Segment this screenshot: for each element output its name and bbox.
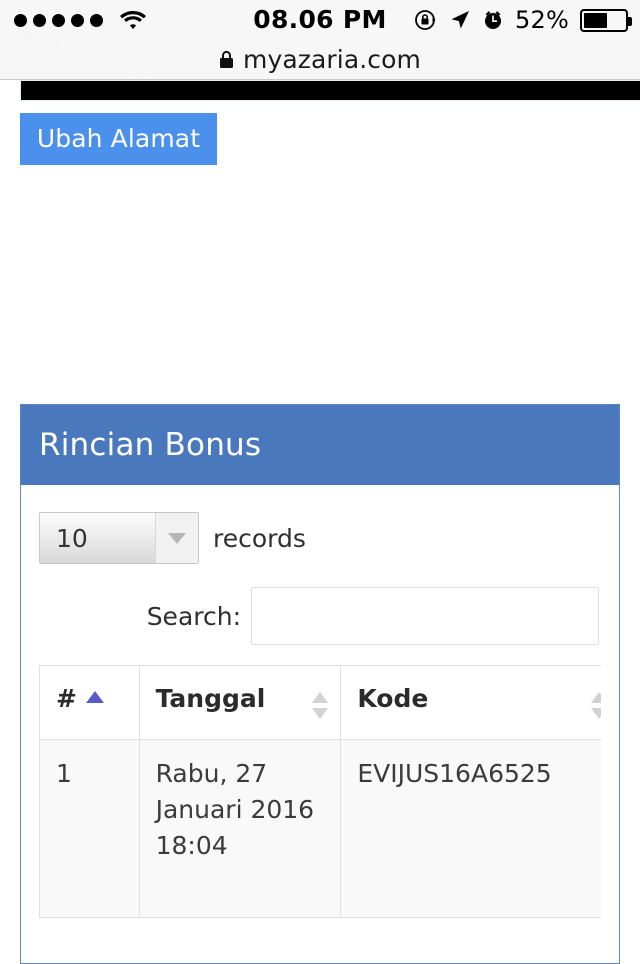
- cell-number: 1: [39, 739, 140, 918]
- location-arrow-icon: [451, 11, 470, 29]
- column-header-kode[interactable]: Kode: [340, 665, 601, 740]
- records-per-page-select[interactable]: 10: [39, 512, 199, 564]
- table-body: 1 Rabu, 27 Januari 2016 18:04 EVIJUS16A6…: [39, 739, 601, 918]
- status-bar-right: 52%: [414, 0, 632, 40]
- sort-both-icon: [312, 692, 329, 722]
- records-label: records: [213, 523, 306, 553]
- battery-percent-label: 52%: [515, 6, 569, 34]
- cell-kode: EVIJUS16A6525: [340, 739, 601, 918]
- search-label: Search:: [146, 601, 241, 631]
- rotation-lock-icon: [415, 10, 436, 30]
- battery-icon: [580, 8, 632, 32]
- table-header-row: # Tanggal Kode Jenis B: [39, 665, 601, 740]
- sort-ascending-icon: [85, 691, 104, 703]
- column-label-number: #: [56, 684, 77, 713]
- column-label-tanggal: Tanggal: [155, 684, 266, 713]
- column-label-kode: Kode: [357, 684, 429, 713]
- status-bar: 08.06 PM 52%: [0, 0, 640, 40]
- url-text: myazaria.com: [243, 45, 421, 74]
- lock-icon: [220, 50, 233, 68]
- column-header-tanggal[interactable]: Tanggal: [138, 665, 342, 740]
- alarm-clock-icon: [485, 11, 502, 29]
- change-address-button[interactable]: Ubah Alamat: [20, 113, 217, 165]
- records-select-wrap[interactable]: 10: [39, 512, 199, 564]
- table-row[interactable]: 1 Rabu, 27 Januari 2016 18:04 EVIJUS16A6…: [39, 739, 601, 918]
- browser-chrome: 08.06 PM 52% myazaria.com: [0, 0, 640, 80]
- column-header-number[interactable]: #: [39, 665, 140, 740]
- panel-heading: Rincian Bonus: [21, 405, 619, 485]
- search-input[interactable]: [251, 587, 599, 645]
- table-length-row: 10 records: [39, 503, 601, 573]
- page-content: Telp : 08891406149 Website/Blog : Ubah A…: [0, 0, 640, 964]
- panel-title: Rincian Bonus: [39, 427, 262, 463]
- bonus-table: # Tanggal Kode Jenis B: [39, 665, 601, 918]
- black-divider-bar: [20, 80, 640, 101]
- bonus-detail-panel: Rincian Bonus 10 records Search: # Tangg…: [20, 404, 620, 964]
- panel-body: 10 records Search: # Tanggal Kode 1 Rabu…: [21, 485, 619, 918]
- table-scroll-wrapper[interactable]: # Tanggal Kode Jenis B: [39, 665, 601, 918]
- table-search-row: Search:: [39, 573, 601, 659]
- table-head: # Tanggal Kode Jenis B: [39, 665, 601, 740]
- cell-tanggal: Rabu, 27 Januari 2016 18:04: [138, 739, 342, 918]
- browser-url-bar[interactable]: myazaria.com: [0, 40, 640, 79]
- sort-both-icon: [590, 692, 601, 722]
